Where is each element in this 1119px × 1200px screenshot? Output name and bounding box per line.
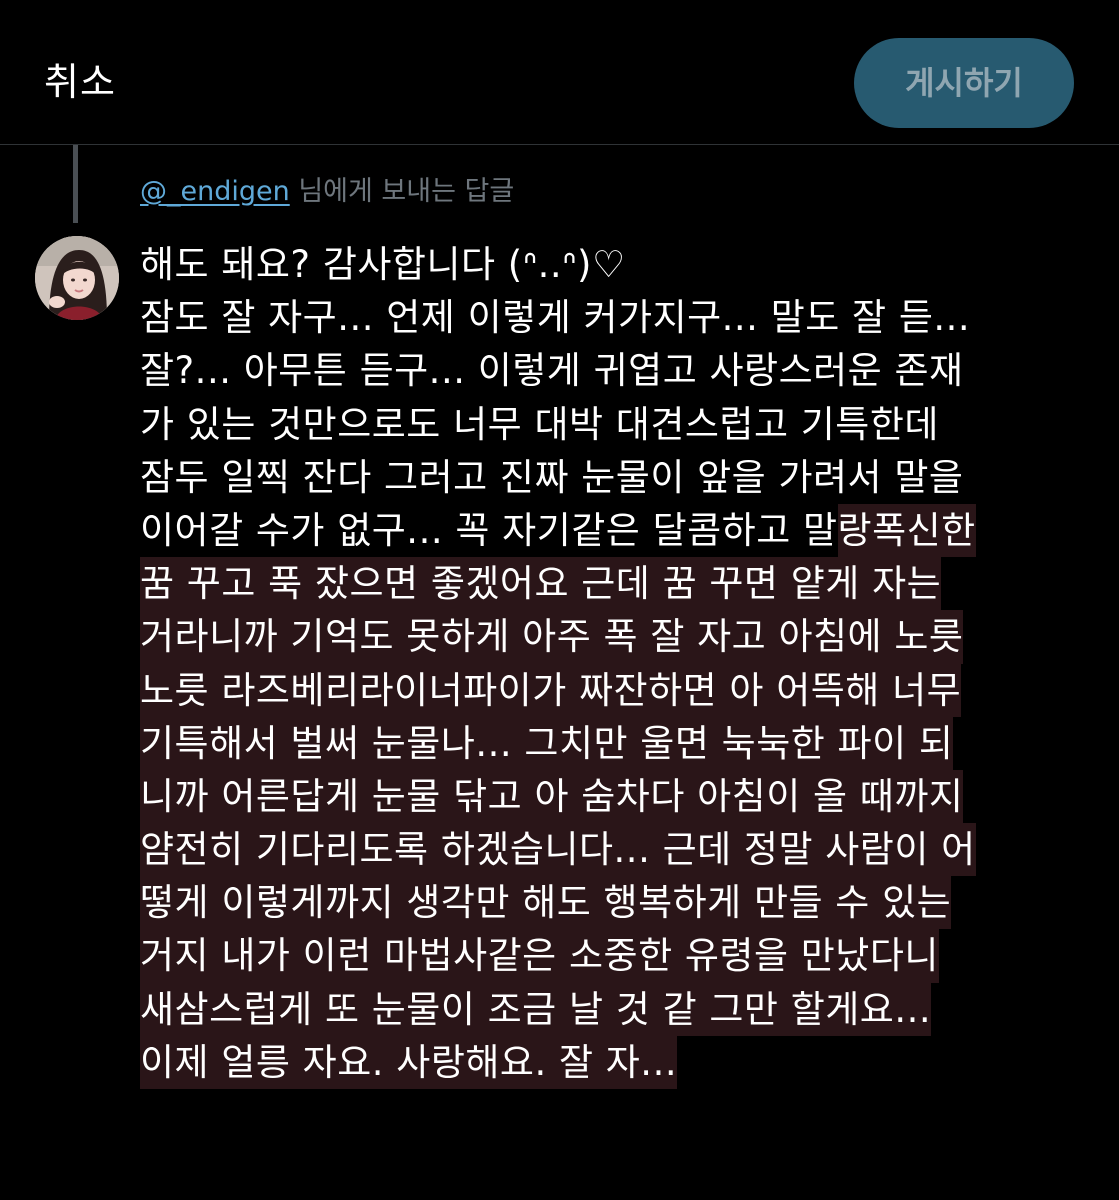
text-segment: 이어갈 수가 없구... 꼭 자기같은 달콤하고 말 bbox=[140, 508, 838, 552]
reply-context: @_endigen 님에게 보내는 답글 bbox=[140, 172, 514, 212]
text-line: 거지 내가 이런 마법사같은 소중한 유령을 만났다니 bbox=[140, 929, 1100, 983]
post-button[interactable]: 게시하기 bbox=[854, 38, 1074, 128]
text-line: 노릇 라즈베리라이너파이가 짜잔하면 아 어뜩해 너무 bbox=[140, 663, 1100, 717]
avatar-photo bbox=[35, 236, 119, 320]
text-line: 잘?... 아무튼 듣구... 이렇게 귀엽고 사랑스러운 존재 bbox=[140, 344, 1100, 397]
text-line: 거라니까 기억도 못하게 아주 폭 잘 자고 아침에 노릇 bbox=[140, 610, 1100, 664]
reply-context-label: 님에게 보내는 답글 bbox=[289, 176, 515, 207]
selected-text-segment: 얌전히 기다리도록 하겠습니다... 근데 정말 사람이 어 bbox=[140, 823, 976, 877]
text-line: 떻게 이렇게까지 생각만 해도 행복하게 만들 수 있는 bbox=[140, 876, 1100, 930]
text-line: 해도 돼요? 감사합니다 (ᐢ..ᐢ)♡ bbox=[140, 238, 1100, 291]
text-segment: 잘?... 아무튼 듣구... 이렇게 귀엽고 사랑스러운 존재 bbox=[140, 349, 964, 393]
selected-text-segment: 니까 어른답게 눈물 닦고 아 숨차다 아침이 올 때까지 bbox=[140, 769, 964, 824]
cancel-button[interactable]: 취소 bbox=[44, 58, 116, 106]
text-line: 가 있는 것만으로도 너무 대박 대견스럽고 기특한데 bbox=[140, 398, 1100, 451]
selected-text-segment: 새삼스럽게 또 눈물이 조금 날 것 같 그만 할게요... bbox=[140, 982, 932, 1036]
selected-text-segment: 기특해서 벌써 눈물나... 그치만 울면 눅눅한 파이 되 bbox=[140, 716, 954, 770]
text-segment: 해도 돼요? 감사합니다 (ᐢ..ᐢ)♡ bbox=[140, 243, 626, 286]
top-bar: 취소 게시하기 bbox=[0, 0, 1119, 145]
text-line: 잠두 일찍 잔다 그러고 진짜 눈물이 앞을 가려서 말을 bbox=[140, 451, 1100, 504]
text-line: 새삼스럽게 또 눈물이 조금 날 것 같 그만 할게요... bbox=[140, 982, 1100, 1036]
selected-text-segment: 노릇 라즈베리라이너파이가 짜잔하면 아 어뜩해 너무 bbox=[140, 663, 962, 717]
text-line: 잠도 잘 자구... 언제 이렇게 커가지구... 말도 잘 듣... bbox=[140, 291, 1100, 344]
reply-text-area[interactable]: 해도 돼요? 감사합니다 (ᐢ..ᐢ)♡ 잠도 잘 자구... 언제 이렇게 커가… bbox=[140, 238, 1100, 1089]
text-line: 니까 어른답게 눈물 닦고 아 숨차다 아침이 올 때까지 bbox=[140, 769, 1100, 824]
text-line: 기특해서 벌써 눈물나... 그치만 울면 눅눅한 파이 되 bbox=[140, 716, 1100, 770]
text-segment: 잠도 잘 자구... 언제 이렇게 커가지구... 말도 잘 듣... bbox=[140, 296, 971, 340]
text-segment: 잠두 일찍 잔다 그러고 진짜 눈물이 앞을 가려서 말을 bbox=[140, 455, 964, 499]
reply-handle-link[interactable]: @_endigen bbox=[140, 176, 290, 207]
selected-text-segment: 거라니까 기억도 못하게 아주 폭 잘 자고 아침에 노릇 bbox=[140, 610, 964, 664]
thread-connector-line bbox=[73, 145, 78, 223]
text-segment: 가 있는 것만으로도 너무 대박 대견스럽고 기특한데 bbox=[140, 402, 939, 446]
text-line: 이어갈 수가 없구... 꼭 자기같은 달콤하고 말랑폭신한 bbox=[140, 503, 1100, 558]
text-line: 이제 얼릉 자요. 사랑해요. 잘 자... bbox=[140, 1035, 1100, 1089]
text-line: 얌전히 기다리도록 하겠습니다... 근데 정말 사람이 어 bbox=[140, 823, 1100, 877]
text-line: 꿈 꾸고 푹 잤으면 좋겠어요 근데 꿈 꾸면 얕게 자는 bbox=[140, 557, 1100, 611]
avatar[interactable] bbox=[35, 236, 119, 320]
selected-text-segment: 꿈 꾸고 푹 잤으면 좋겠어요 근데 꿈 꾸면 얕게 자는 bbox=[140, 557, 942, 611]
selected-text-segment: 랑폭신한 bbox=[837, 503, 976, 558]
selected-text-segment: 거지 내가 이런 마법사같은 소중한 유령을 만났다니 bbox=[140, 929, 939, 983]
selected-text-segment: 떻게 이렇게까지 생각만 해도 행복하게 만들 수 있는 bbox=[140, 876, 952, 930]
selected-text-segment: 이제 얼릉 자요. 사랑해요. 잘 자... bbox=[140, 1035, 678, 1089]
